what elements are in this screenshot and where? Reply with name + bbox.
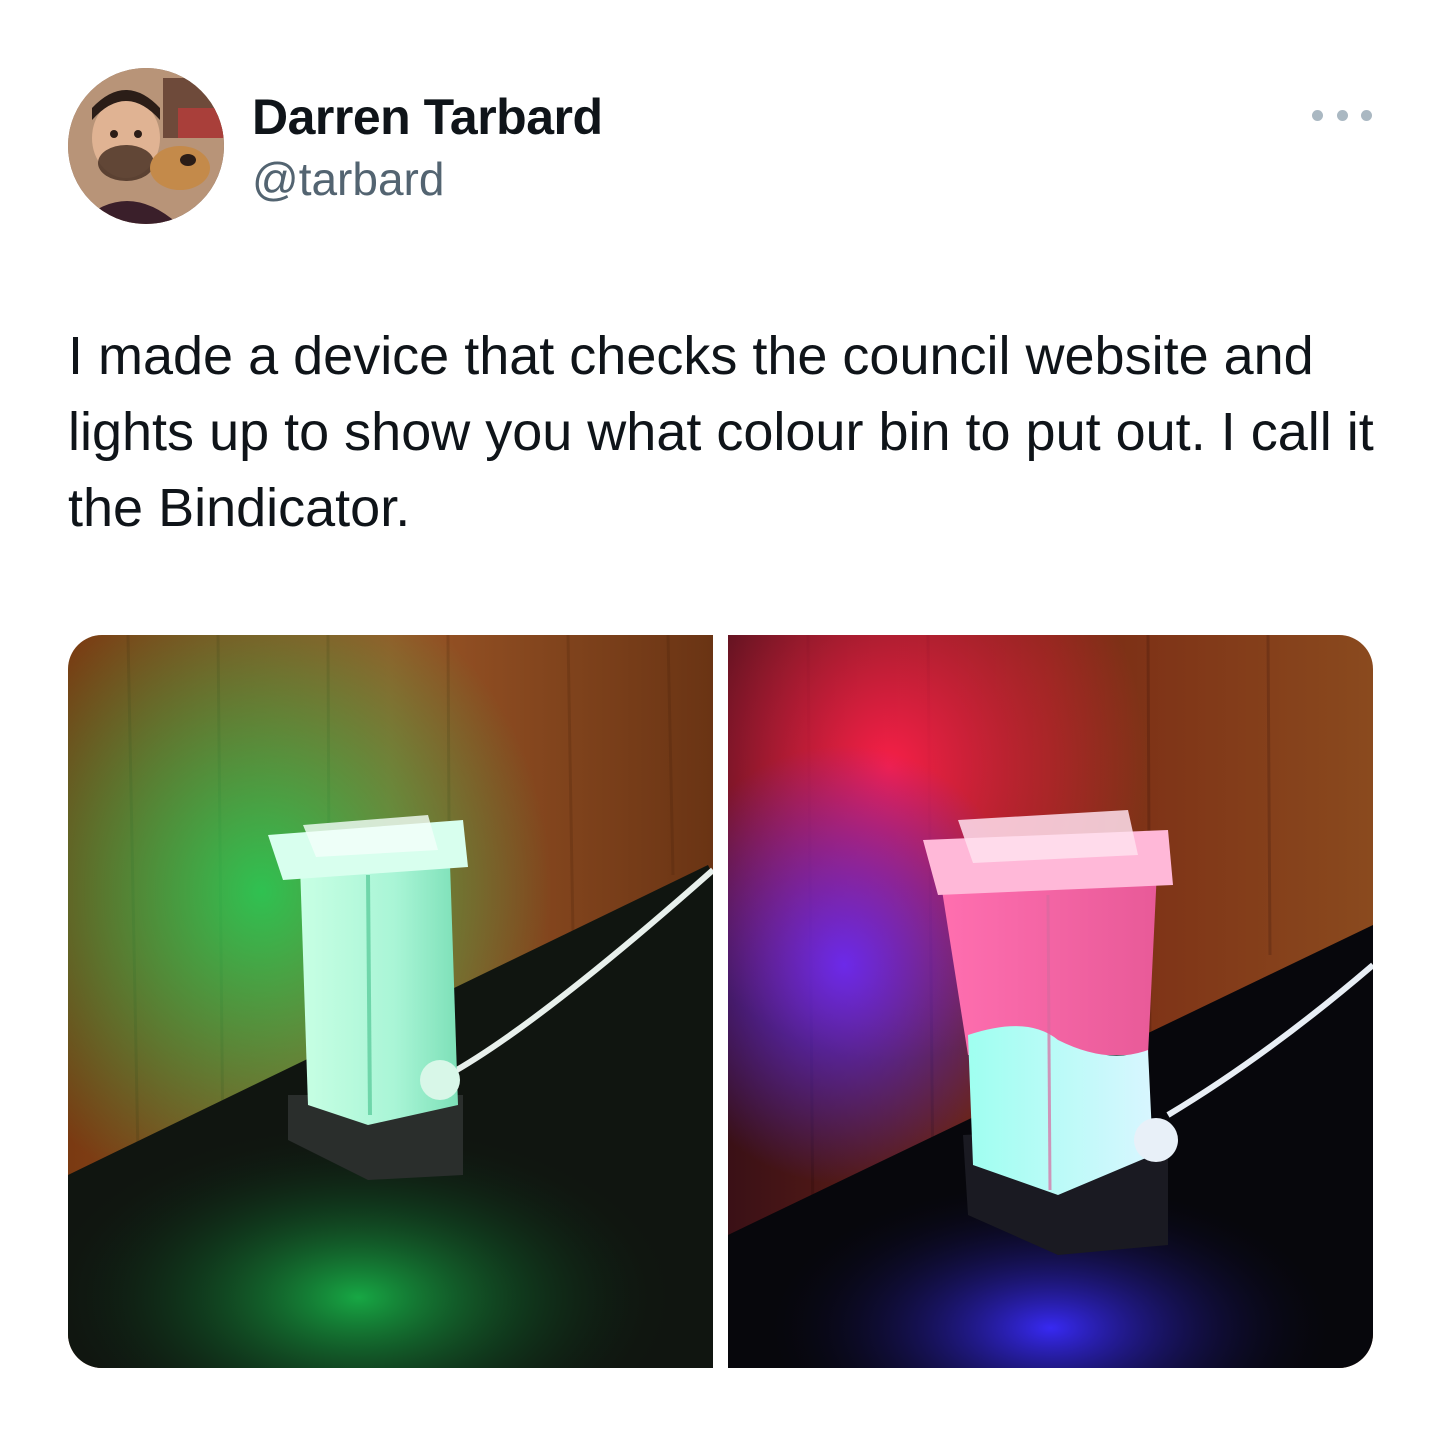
avatar-image [68,68,224,224]
more-horizontal-icon-dot [1336,109,1348,121]
author-handle[interactable]: @tarbard [252,152,444,206]
tweet-card: Darren Tarbard @tarbard I made a device … [0,0,1440,1440]
photo-red-image [728,635,1373,1368]
tweet-text: I made a device that checks the council … [68,326,1374,538]
avatar[interactable] [68,68,224,224]
photo-green-image [68,635,713,1368]
media-gallery [68,635,1373,1368]
photo-green-bindicator[interactable] [68,635,713,1368]
more-options-button[interactable] [1312,100,1372,130]
author-display-name[interactable]: Darren Tarbard [252,88,603,146]
more-horizontal-icon-dot [1361,109,1372,121]
photo-red-bindicator[interactable] [728,635,1373,1368]
more-horizontal-icon [1312,109,1323,121]
